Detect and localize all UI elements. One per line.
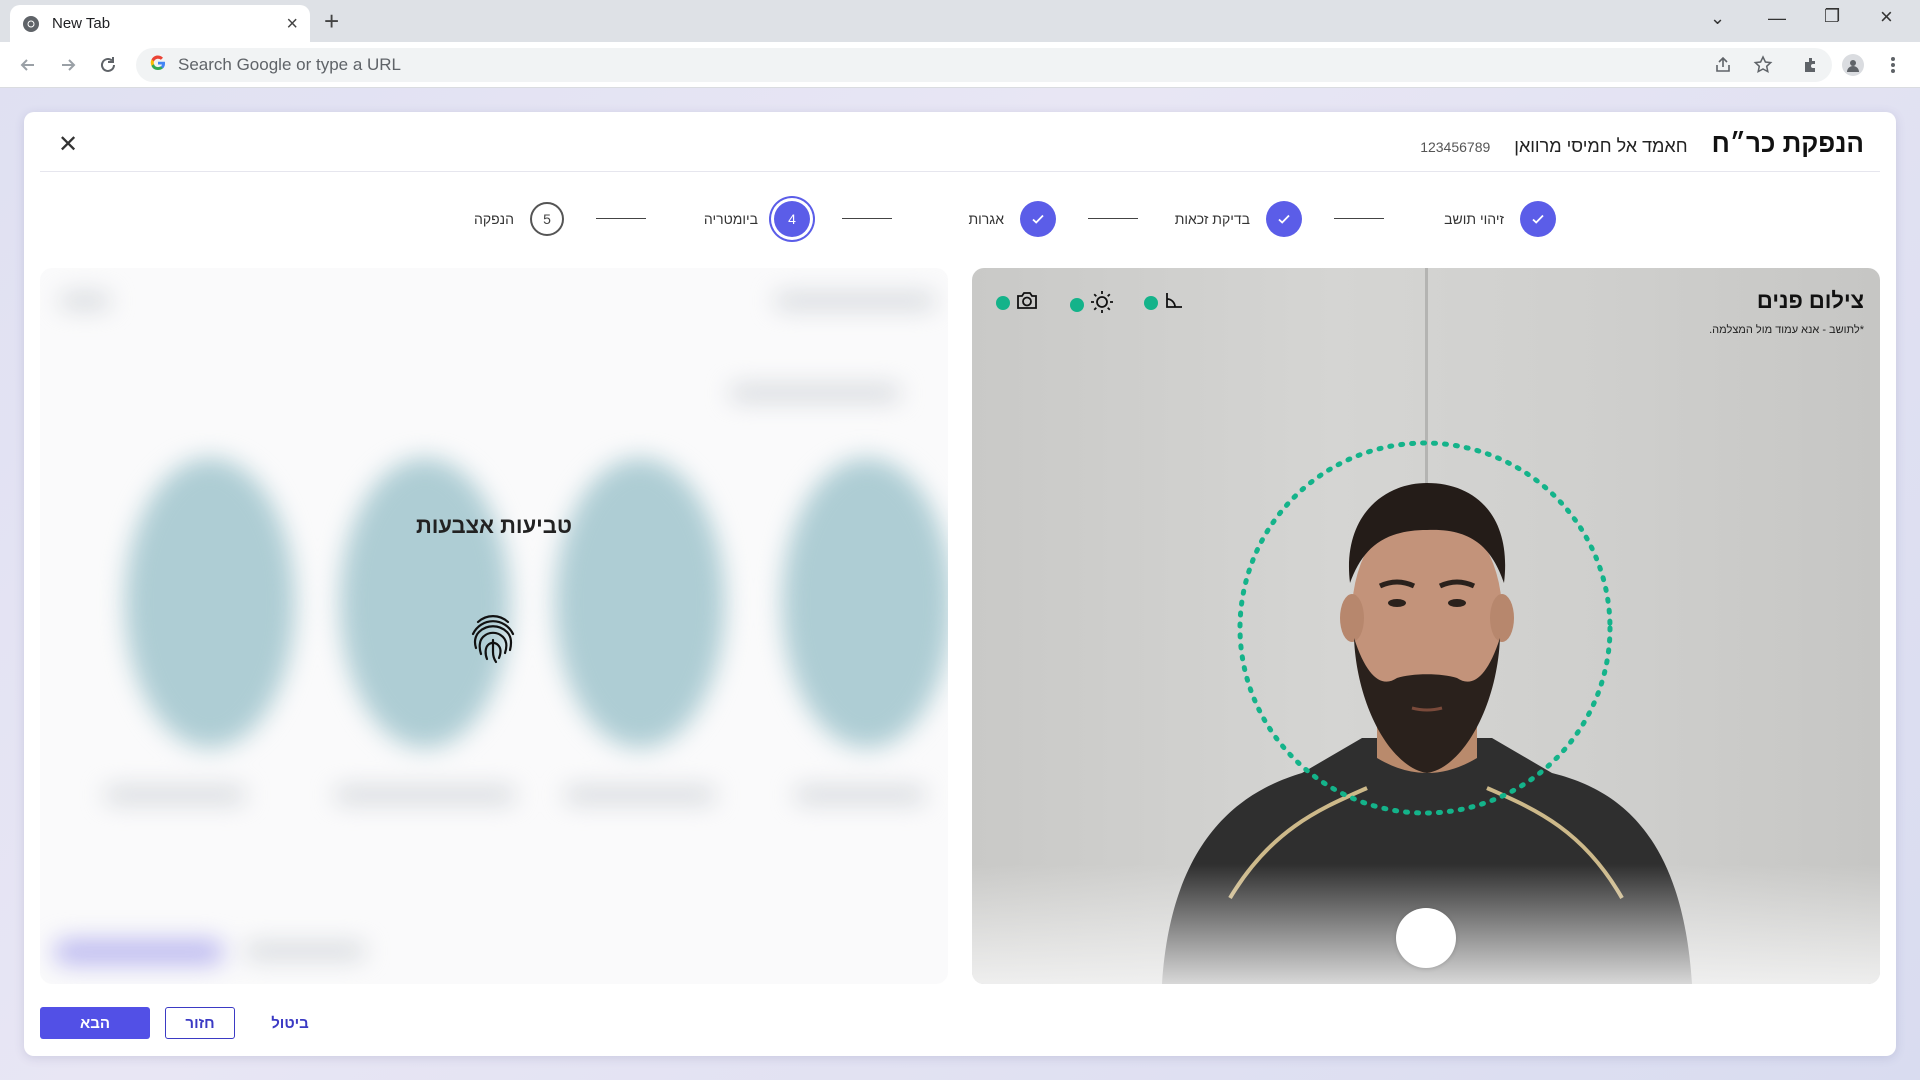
step-connector bbox=[1334, 218, 1384, 219]
profile-avatar-icon[interactable] bbox=[1842, 54, 1864, 76]
lighting-status-indicator bbox=[1070, 290, 1114, 319]
reload-icon[interactable] bbox=[96, 53, 120, 77]
header-divider bbox=[40, 171, 1880, 172]
camera-icon bbox=[1016, 290, 1038, 315]
cancel-link[interactable]: ביטול bbox=[260, 1007, 320, 1039]
status-dot bbox=[1144, 295, 1158, 310]
fingerprint-panel[interactable]: טביעות אצבעות bbox=[40, 268, 948, 984]
google-icon bbox=[150, 54, 166, 76]
face-capture-panel: צילום פנים *לתושב - אנא עמוד מול המצלמה. bbox=[972, 268, 1880, 984]
fingerprint-icon[interactable] bbox=[468, 612, 518, 666]
check-icon bbox=[1266, 201, 1302, 237]
chrome-icon bbox=[22, 15, 40, 33]
step-connector bbox=[1088, 218, 1138, 219]
step-connector bbox=[842, 218, 892, 219]
browser-toolbar bbox=[0, 42, 1920, 88]
step-number: 4 bbox=[774, 201, 810, 237]
step-label: אגרות bbox=[968, 211, 1005, 227]
patient-id: 123456789 bbox=[1420, 139, 1491, 155]
back-icon[interactable] bbox=[16, 53, 40, 77]
fingerprint-title: טביעות אצבעות bbox=[415, 513, 573, 538]
face-capture-title: צילום פנים bbox=[1756, 288, 1864, 313]
tab-search-icon[interactable]: ⌄ bbox=[1710, 8, 1725, 29]
new-tab-button[interactable]: + bbox=[324, 8, 339, 34]
close-window-icon[interactable]: × bbox=[1880, 4, 1893, 30]
stepper: זיהוי תושב בדיקת זכאות אגרות 4 ביומטריה … bbox=[24, 199, 1896, 239]
step-connector bbox=[596, 218, 646, 219]
tab-close-icon[interactable]: × bbox=[286, 14, 298, 34]
address-bar[interactable] bbox=[136, 48, 1832, 82]
bookmark-star-icon[interactable] bbox=[1752, 54, 1774, 76]
step-fees[interactable]: אגרות bbox=[968, 199, 1056, 239]
close-icon[interactable]: ✕ bbox=[58, 130, 78, 159]
step-eligibility[interactable]: בדיקת זכאות bbox=[1175, 199, 1302, 239]
omnibox-input[interactable] bbox=[178, 55, 1578, 75]
angle-status-indicator bbox=[1144, 290, 1184, 315]
modal-title: הנפקת כר״ח bbox=[1711, 128, 1864, 158]
angle-icon bbox=[1164, 290, 1184, 315]
step-biometrics[interactable]: 4 ביומטריה bbox=[704, 199, 810, 239]
face-capture-instruction: *לתושב - אנא עמוד מול המצלמה. bbox=[1709, 324, 1864, 336]
browser-tab[interactable]: New Tab × bbox=[10, 5, 310, 42]
extensions-icon[interactable] bbox=[1800, 54, 1822, 76]
step-issuance[interactable]: 5 הנפקה bbox=[474, 199, 564, 239]
minimize-icon[interactable]: — bbox=[1768, 8, 1786, 29]
forward-icon[interactable] bbox=[56, 53, 80, 77]
more-menu-icon[interactable] bbox=[1882, 54, 1904, 76]
capture-button[interactable] bbox=[1396, 908, 1456, 968]
step-resident-id[interactable]: זיהוי תושב bbox=[1444, 199, 1556, 239]
check-icon bbox=[1520, 201, 1556, 237]
step-label: בדיקת זכאות bbox=[1174, 211, 1250, 227]
step-number: 5 bbox=[530, 202, 564, 236]
status-dot bbox=[996, 295, 1010, 310]
status-dot bbox=[1070, 297, 1084, 312]
tab-title: New Tab bbox=[52, 15, 111, 32]
step-label: הנפקה bbox=[474, 211, 514, 227]
back-button[interactable]: חזור bbox=[165, 1007, 235, 1039]
patient-name: חאמד אל חמיסי מרוואן bbox=[1514, 136, 1688, 156]
camera-status-indicator bbox=[996, 290, 1038, 315]
brightness-icon bbox=[1090, 290, 1114, 319]
step-label: ביומטריה bbox=[703, 211, 758, 227]
browser-tabstrip: New Tab × + ⌄ — ❐ × bbox=[0, 0, 1920, 42]
modal-header: הנפקת כר״ח חאמד אל חמיסי מרוואן 12345678… bbox=[1420, 128, 1864, 159]
step-label: זיהוי תושב bbox=[1444, 211, 1504, 227]
restore-icon[interactable]: ❐ bbox=[1824, 6, 1840, 27]
check-icon bbox=[1020, 201, 1056, 237]
issuance-modal: ✕ הנפקת כר״ח חאמד אל חמיסי מרוואן 123456… bbox=[24, 112, 1896, 1056]
next-button[interactable]: הבא bbox=[40, 1007, 150, 1039]
share-icon[interactable] bbox=[1712, 54, 1734, 76]
